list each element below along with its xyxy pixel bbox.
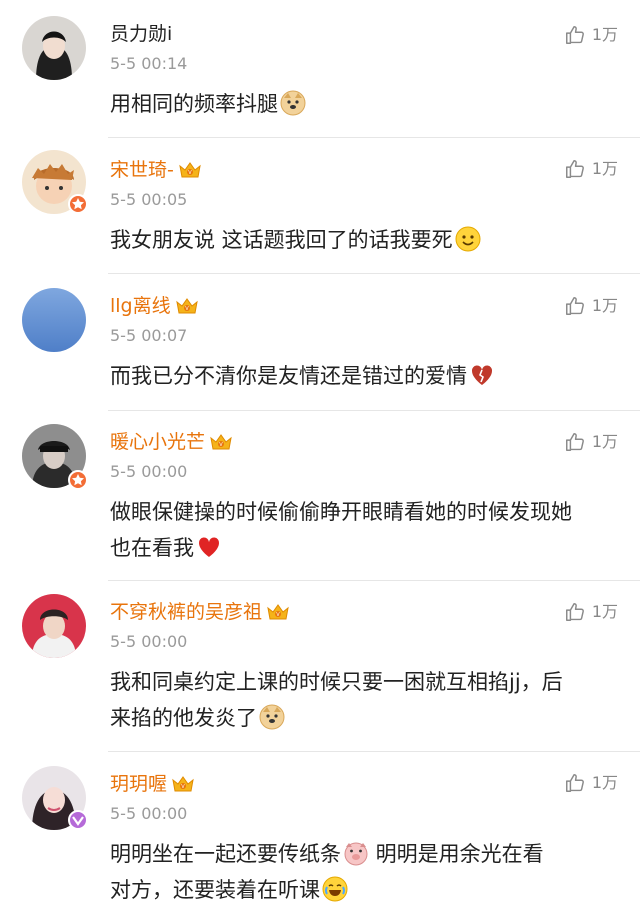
comment-text-line: 对方，还要装着在听课: [110, 878, 320, 902]
like-count: 1万: [591, 159, 618, 178]
comment-text: 明明坐在一起还要传纸条 明明是用余光在看 对方，还要装着在听课: [110, 836, 620, 908]
comment-text-content: 我女朋友说 这话题我回了的话我要死: [110, 228, 453, 252]
comment-text-line: 明明坐在一起还要传纸条: [110, 842, 341, 866]
timestamp: 5-5 00:00: [110, 804, 188, 823]
divider: [108, 580, 640, 581]
thumbs-up-icon[interactable]: [564, 431, 586, 453]
comment-text: 用相同的频率抖腿: [110, 86, 620, 122]
doge-emoji: [259, 704, 285, 730]
username-text[interactable]: 暖心小光芒: [110, 430, 205, 454]
comment-text-line: 也在看我: [110, 536, 194, 560]
thumbs-up-icon[interactable]: [564, 24, 586, 46]
vip-crown-icon: [171, 775, 195, 793]
username[interactable]: 不穿秋裤的吴彦祖: [110, 600, 290, 624]
thumbs-up-icon[interactable]: [564, 772, 586, 794]
like-count: 1万: [591, 432, 618, 451]
comment-text-content: 用相同的频率抖腿: [110, 92, 278, 116]
comment-feed: 员力勋i 5-5 00:14 1万 用相同的频率抖腿 宋世琦- 5-5 00:0…: [0, 0, 640, 918]
comment-text-line: 做眼保健操的时候偷偷睁开眼睛看她的时候发现她: [110, 500, 572, 524]
timestamp: 5-5 00:07: [110, 326, 188, 345]
username-text[interactable]: 员力勋i: [110, 22, 172, 46]
comment-text: 而我已分不清你是友情还是错过的爱情: [110, 358, 620, 394]
divider: [108, 137, 640, 138]
vip-crown-icon: [209, 433, 233, 451]
heart-emoji: [196, 534, 222, 560]
comment-text-line: 我和同桌约定上课的时候只要一困就互相掐jj，后: [110, 670, 563, 694]
vip-crown-icon: [178, 161, 202, 179]
comment-text: 我女朋友说 这话题我回了的话我要死: [110, 222, 620, 258]
like-count: 1万: [591, 25, 618, 44]
smile-emoji: [455, 226, 481, 252]
username-text[interactable]: 宋世琦-: [110, 158, 174, 182]
like-count: 1万: [591, 296, 618, 315]
username[interactable]: 宋世琦-: [110, 158, 202, 182]
divider: [108, 410, 640, 411]
timestamp: 5-5 00:00: [110, 632, 188, 651]
timestamp: 5-5 00:05: [110, 190, 188, 209]
divider: [108, 273, 640, 274]
verified-badge-icon: [68, 470, 88, 490]
avatar[interactable]: [22, 16, 86, 80]
like-button[interactable]: 1万: [564, 24, 618, 46]
laugh-cry-emoji: [322, 876, 348, 902]
doge-emoji: [280, 90, 306, 116]
vip-crown-icon: [175, 297, 199, 315]
comment-text-line: 明明是用余光在看: [369, 842, 544, 866]
like-button[interactable]: 1万: [564, 295, 618, 317]
timestamp: 5-5 00:00: [110, 462, 188, 481]
username[interactable]: 暖心小光芒: [110, 430, 233, 454]
avatar[interactable]: [22, 288, 86, 352]
comment-text: 我和同桌约定上课的时候只要一困就互相掐jj，后 来掐的他发炎了: [110, 664, 620, 736]
verified-badge-icon: [68, 810, 88, 830]
thumbs-up-icon[interactable]: [564, 295, 586, 317]
like-button[interactable]: 1万: [564, 772, 618, 794]
like-count: 1万: [591, 773, 618, 792]
username[interactable]: 玥玥喔: [110, 772, 195, 796]
username[interactable]: llg离线: [110, 294, 199, 318]
shy-pig-emoji: [343, 840, 369, 866]
thumbs-up-icon[interactable]: [564, 158, 586, 180]
thumbs-up-icon[interactable]: [564, 601, 586, 623]
broken-heart-emoji: [469, 362, 495, 388]
username-text[interactable]: 不穿秋裤的吴彦祖: [110, 600, 262, 624]
comment-text-content: 而我已分不清你是友情还是错过的爱情: [110, 364, 467, 388]
verified-badge-icon: [68, 194, 88, 214]
like-button[interactable]: 1万: [564, 158, 618, 180]
comment-text: 做眼保健操的时候偷偷睁开眼睛看她的时候发现她 也在看我: [110, 494, 620, 566]
timestamp: 5-5 00:14: [110, 54, 188, 73]
like-button[interactable]: 1万: [564, 431, 618, 453]
divider: [108, 751, 640, 752]
like-count: 1万: [591, 602, 618, 621]
username[interactable]: 员力勋i: [110, 22, 172, 46]
username-text[interactable]: llg离线: [110, 294, 171, 318]
like-button[interactable]: 1万: [564, 601, 618, 623]
avatar[interactable]: [22, 594, 86, 658]
vip-crown-icon: [266, 603, 290, 621]
username-text[interactable]: 玥玥喔: [110, 772, 167, 796]
comment-text-line: 来掐的他发炎了: [110, 706, 257, 730]
